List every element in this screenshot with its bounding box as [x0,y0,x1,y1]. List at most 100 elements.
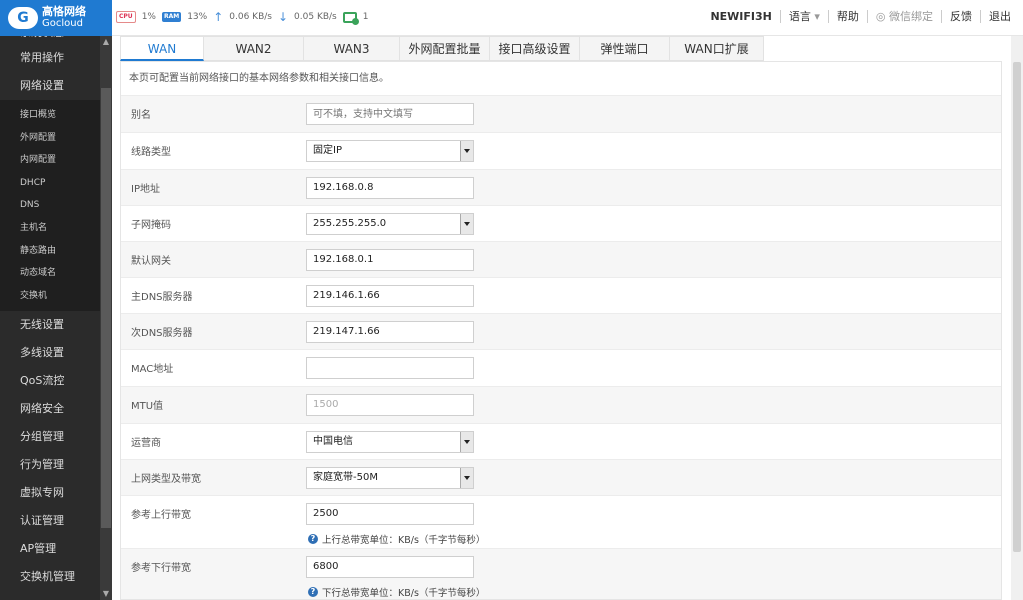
sidebar-item[interactable]: 认证管理 [0,507,100,535]
feedback-link[interactable]: 反馈 [941,10,980,23]
help-icon: ? [308,587,318,597]
sidebar-subitem[interactable]: DNS [0,194,100,217]
tab-6[interactable]: WAN口扩展 [670,36,764,61]
netmask-value: 255.255.255.0 [313,218,387,229]
dropdown-arrow-icon [460,141,473,161]
row-dns2: 次DNS服务器 219.147.1.66 [121,313,1001,349]
dns1-label: 主DNS服务器 [131,292,193,303]
up-bandwidth-label: 参考上行带宽 [131,510,191,521]
sidebar-item[interactable]: AP管理 [0,535,100,563]
isp-select[interactable]: 中国电信 [306,431,474,453]
logout-link[interactable]: 退出 [980,10,1019,23]
tab-1[interactable]: WAN2 [204,36,304,61]
sidebar-subitem[interactable]: DHCP [0,172,100,195]
online-count[interactable]: 1 [363,12,369,22]
top-bar: 高恪网络 Gocloud CPU 1% RAM 13% ↑ 0.06 KB/s … [0,0,1023,36]
cloud-logo-icon [8,7,38,29]
row-netmask: 子网掩码 255.255.255.0 [121,205,1001,241]
line-type-label: 线路类型 [131,147,171,158]
cpu-percent: 1% [141,12,156,22]
dns1-input[interactable]: 219.146.1.66 [306,285,474,307]
brand-name-cn: 高恪网络 [42,5,86,18]
language-label: 语言 [788,10,811,23]
row-ip: IP地址 192.168.0.8 [121,169,1001,205]
sidebar-menu: 系统状态 常用操作网络设置接口概览外网配置内网配置DHCPDNS主机名静态路由动… [0,36,100,591]
tab-0[interactable]: WAN [120,36,204,61]
row-access-type: 上网类型及带宽 家庭宽带-50M [121,459,1001,495]
device-name: NEWIFI3H [710,10,772,23]
line-type-select[interactable]: 固定IP [306,140,474,162]
main-scroll-thumb[interactable] [1013,62,1021,552]
sidebar-scrollbar[interactable]: ▲ ▼ [100,36,112,600]
wechat-bind-link[interactable]: ◎ 微信绑定 [866,10,941,23]
page-notice: 本页可配置当前网络接口的基本网络参数和相关接口信息。 [129,73,389,84]
dns2-input[interactable]: 219.147.1.66 [306,321,474,343]
brand-logo[interactable]: 高恪网络 Gocloud [0,0,112,36]
sidebar-item[interactable]: 常用操作 [0,44,100,72]
mac-input[interactable] [306,357,474,379]
wan-settings-panel: 本页可配置当前网络接口的基本网络参数和相关接口信息。 别名 线路类型 固定IP … [120,61,1002,600]
up-bandwidth-hint-text: 上行总带宽单位：KB/s（千字节每秒） [322,535,486,546]
scroll-down-icon[interactable]: ▼ [102,590,110,598]
sidebar-subitem[interactable]: 交换机 [0,285,100,308]
sidebar-subitem[interactable]: 内网配置 [0,149,100,172]
main-scrollbar[interactable] [1011,36,1023,600]
help-link[interactable]: 帮助 [827,10,867,23]
sidebar-item-system-status[interactable]: 系统状态 [0,36,100,44]
mtu-input[interactable]: 1500 [306,394,474,416]
isp-label: 运营商 [131,438,161,449]
up-bandwidth-hint: ? 上行总带宽单位：KB/s（千字节每秒） [308,532,485,546]
wechat-bind-label: 微信绑定 [889,10,933,23]
row-dns1: 主DNS服务器 219.146.1.66 [121,277,1001,313]
down-bandwidth-input[interactable]: 6800 [306,556,474,578]
up-bandwidth-input[interactable]: 2500 [306,503,474,525]
row-isp: 运营商 中国电信 [121,423,1001,459]
access-type-label: 上网类型及带宽 [131,474,201,485]
sidebar-item[interactable]: 网络设置 [0,72,100,100]
alias-input[interactable] [306,103,474,125]
ip-input[interactable]: 192.168.0.8 [306,177,474,199]
gateway-label: 默认网关 [131,256,171,267]
sidebar-subitem[interactable]: 外网配置 [0,127,100,150]
main-content: WAN WAN2 WAN3 外网配置批量 接口高级设置 弹性端口 WAN口扩展 本页可配置当… [112,36,1023,600]
sidebar-subitem[interactable]: 静态路由 [0,240,100,263]
row-mac: MAC地址 [121,349,1001,386]
sidebar-item[interactable]: 无线设置 [0,311,100,339]
wechat-icon: ◎ [875,10,889,23]
tab-3[interactable]: 外网配置批量 [400,36,490,61]
gateway-input[interactable]: 192.168.0.1 [306,249,474,271]
status-bar: CPU 1% RAM 13% ↑ 0.06 KB/s ↓ 0.05 KB/s 1 [116,10,369,25]
tab-4[interactable]: 接口高级设置 [490,36,580,61]
sidebar-item[interactable]: QoS流控 [0,367,100,395]
download-speed: 0.05 KB/s [294,12,337,22]
language-menu[interactable]: 语言 ▾ [779,10,828,23]
online-devices-icon[interactable] [342,11,359,25]
help-icon: ? [308,534,318,544]
line-type-value: 固定IP [313,145,342,156]
sidebar-item[interactable]: 分组管理 [0,423,100,451]
sidebar-item[interactable]: 交换机管理 [0,563,100,591]
tab-2[interactable]: WAN3 [304,36,400,61]
sidebar-subitem[interactable]: 动态域名 [0,262,100,285]
sidebar-submenu: 接口概览 外网配置 内网配置 DHCP DNS 主机名 静态路由 动态域名 交换机 [0,100,100,312]
sidebar-item[interactable]: 多线设置 [0,339,100,367]
sidebar-scroll-thumb[interactable] [101,88,111,528]
sidebar-subitem[interactable]: 主机名 [0,217,100,240]
download-arrow-icon: ↓ [277,10,289,24]
sidebar-item[interactable]: 虚拟专网 [0,479,100,507]
row-down-bandwidth: 参考下行带宽 6800 ? 下行总带宽单位：KB/s（千字节每秒） [121,548,1001,599]
netmask-label: 子网掩码 [131,220,171,231]
sidebar-subitem[interactable]: 接口概览 [0,104,100,127]
ram-icon: RAM [161,12,182,22]
scroll-up-icon[interactable]: ▲ [102,38,110,46]
sidebar-item[interactable]: 网络安全 [0,395,100,423]
chevron-down-icon: ▾ [810,10,820,23]
sidebar-item[interactable]: 行为管理 [0,451,100,479]
tab-5[interactable]: 弹性端口 [580,36,670,61]
down-bandwidth-hint-text: 下行总带宽单位：KB/s（千字节每秒） [322,588,486,599]
access-type-select[interactable]: 家庭宽带-50M [306,467,474,489]
netmask-select[interactable]: 255.255.255.0 [306,213,474,235]
dropdown-arrow-icon [460,432,473,452]
mac-label: MAC地址 [131,364,174,375]
brand-name-en: Gocloud [42,18,83,29]
